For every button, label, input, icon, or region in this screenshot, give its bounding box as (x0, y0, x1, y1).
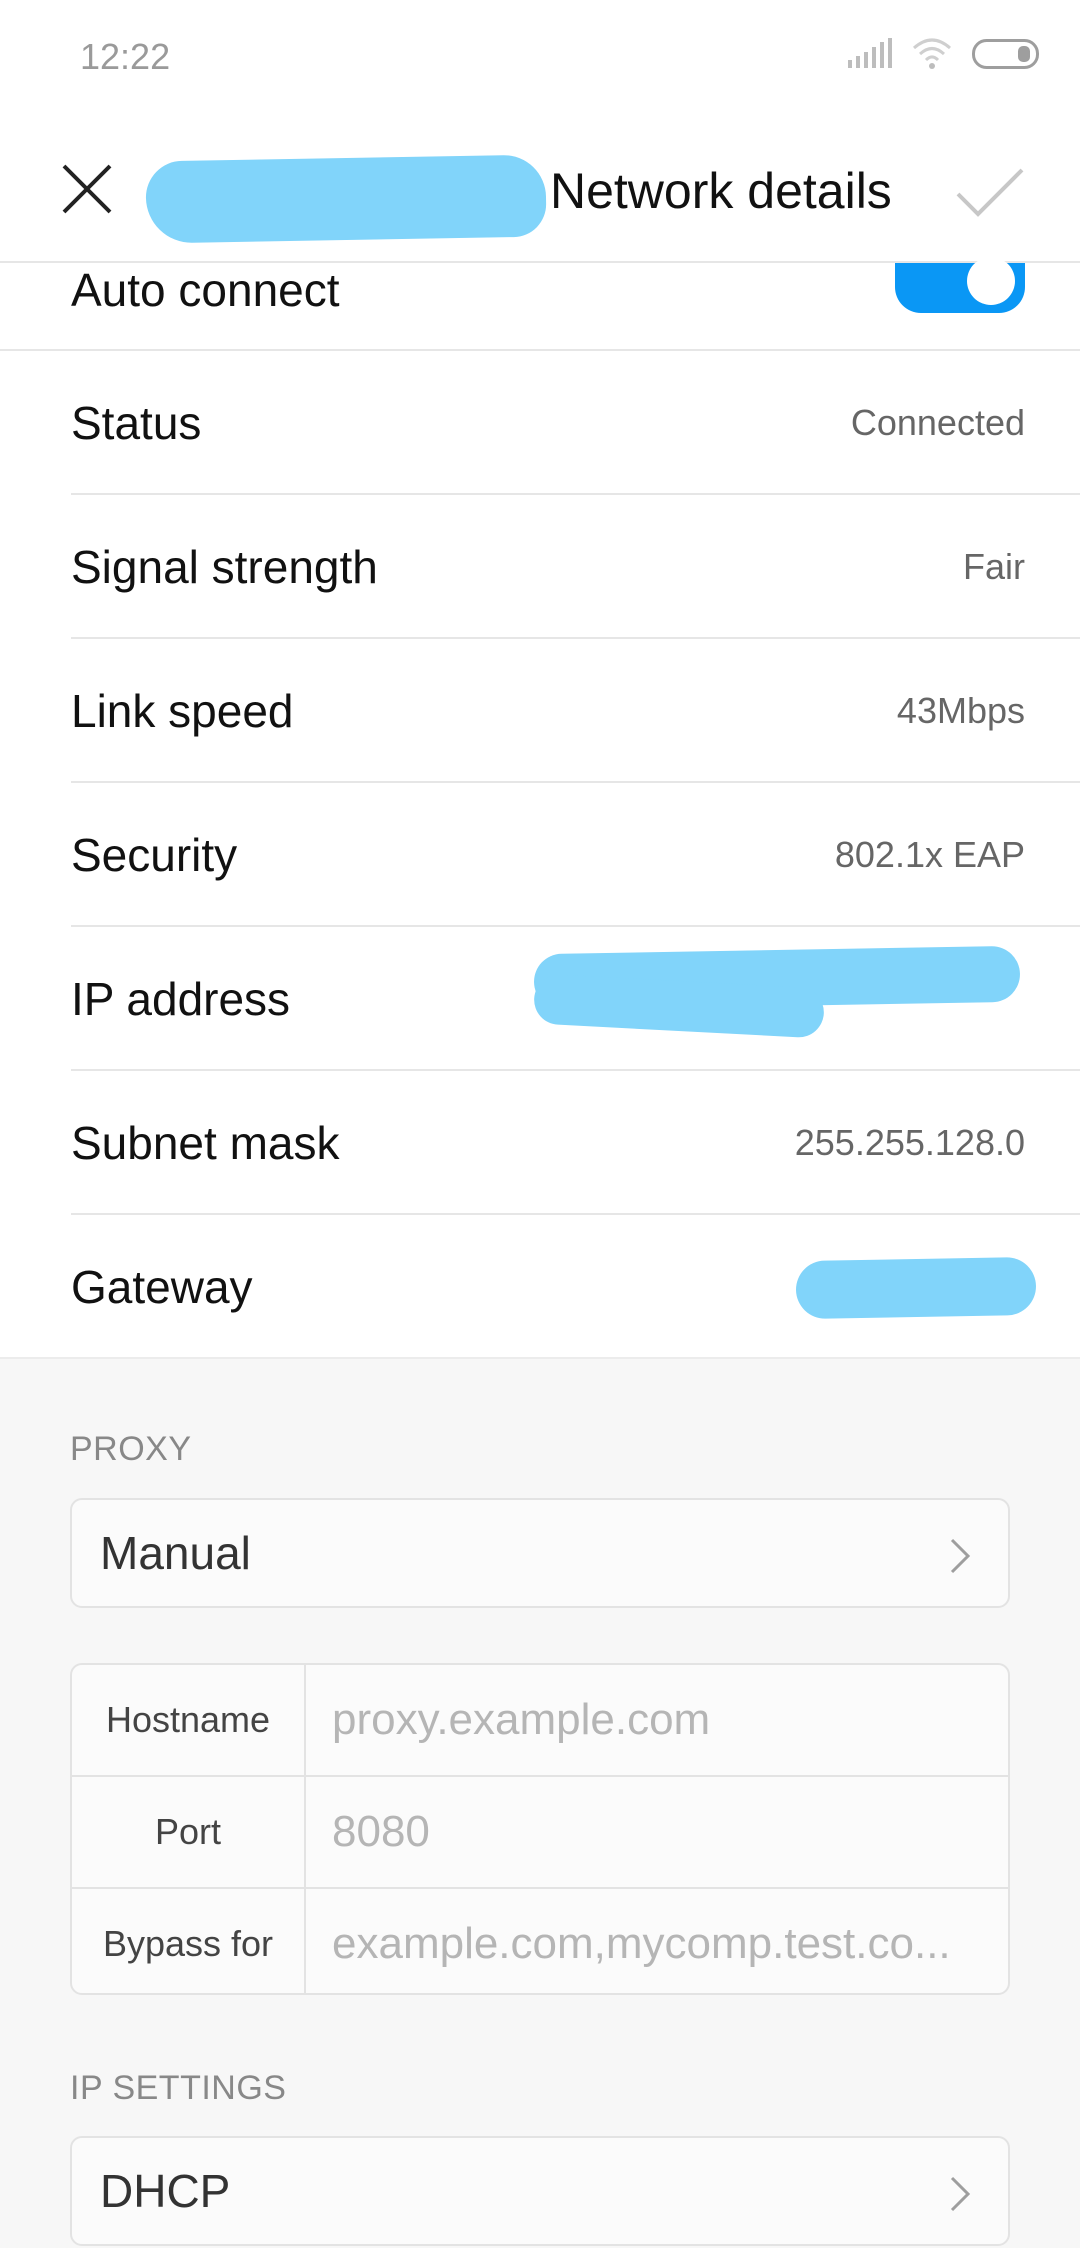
detail-row-status: Status Connected (0, 351, 1080, 495)
detail-value: Connected (850, 402, 1025, 443)
proxy-select[interactable]: Manual (70, 1498, 1010, 1608)
divider (304, 1665, 306, 1993)
auto-connect-label: Auto connect (71, 264, 340, 316)
status-time: 12:22 (80, 36, 171, 77)
detail-label: Link speed (71, 685, 294, 737)
page-title: Network details (550, 163, 892, 219)
detail-label: Gateway (71, 1261, 253, 1313)
detail-label: Status (71, 397, 202, 449)
bypass-label: Bypass for (102, 1923, 274, 1964)
bypass-row: Bypass for (72, 1889, 1008, 1993)
chevron-right-icon (946, 1536, 974, 1576)
detail-row-subnet-mask: Subnet mask 255.255.128.0 (0, 1071, 1080, 1215)
check-icon (956, 168, 1024, 217)
toggle-knob (967, 257, 1015, 305)
detail-label: Signal strength (71, 541, 378, 593)
auto-connect-row: Auto connect (0, 257, 1080, 351)
detail-row-ip-address: IP address (0, 927, 1080, 1071)
proxy-form: Hostname Port Bypass for (70, 1663, 1010, 1995)
wifi-icon (912, 38, 952, 75)
detail-value: 255.255.128.0 (794, 1122, 1025, 1163)
detail-label: IP address (71, 973, 291, 1025)
title-bar: Network details (0, 120, 1080, 263)
redacted-gateway (795, 1256, 1037, 1320)
detail-row-link-speed: Link speed 43Mbps (0, 639, 1080, 783)
detail-value: Fair (963, 546, 1025, 587)
auto-connect-toggle[interactable] (895, 257, 1025, 313)
confirm-button[interactable] (950, 158, 1030, 228)
ip-settings-select[interactable]: DHCP (70, 2136, 1010, 2246)
port-label: Port (154, 1811, 222, 1852)
hostname-row: Hostname (72, 1665, 1008, 1775)
port-input[interactable] (304, 1777, 1008, 1887)
detail-value: 802.1x EAP (834, 834, 1025, 875)
detail-value: 43Mbps (896, 690, 1025, 731)
close-button[interactable] (54, 156, 120, 222)
detail-row-signal-strength: Signal strength Fair (0, 495, 1080, 639)
hostname-input[interactable] (304, 1665, 1008, 1775)
bypass-input[interactable] (304, 1889, 1008, 1993)
chevron-right-icon (946, 2174, 974, 2214)
status-icons (848, 38, 1040, 75)
detail-row-gateway: Gateway (0, 1215, 1080, 1359)
close-icon (62, 164, 112, 214)
ip-settings-selected-value: DHCP (100, 2165, 231, 2217)
status-bar: 12:22 (0, 0, 1080, 120)
proxy-section-header: PROXY (70, 1430, 192, 1468)
ip-settings-section-header: IP SETTINGS (70, 2069, 287, 2107)
proxy-selected-value: Manual (100, 1527, 251, 1579)
detail-row-security: Security 802.1x EAP (0, 783, 1080, 927)
battery-icon (972, 39, 1040, 74)
redacted-network-name (145, 154, 547, 244)
hostname-label: Hostname (105, 1699, 271, 1740)
port-row: Port (72, 1777, 1008, 1887)
detail-label: Subnet mask (71, 1117, 340, 1169)
signal-icon (848, 38, 892, 75)
detail-label: Security (71, 829, 238, 881)
